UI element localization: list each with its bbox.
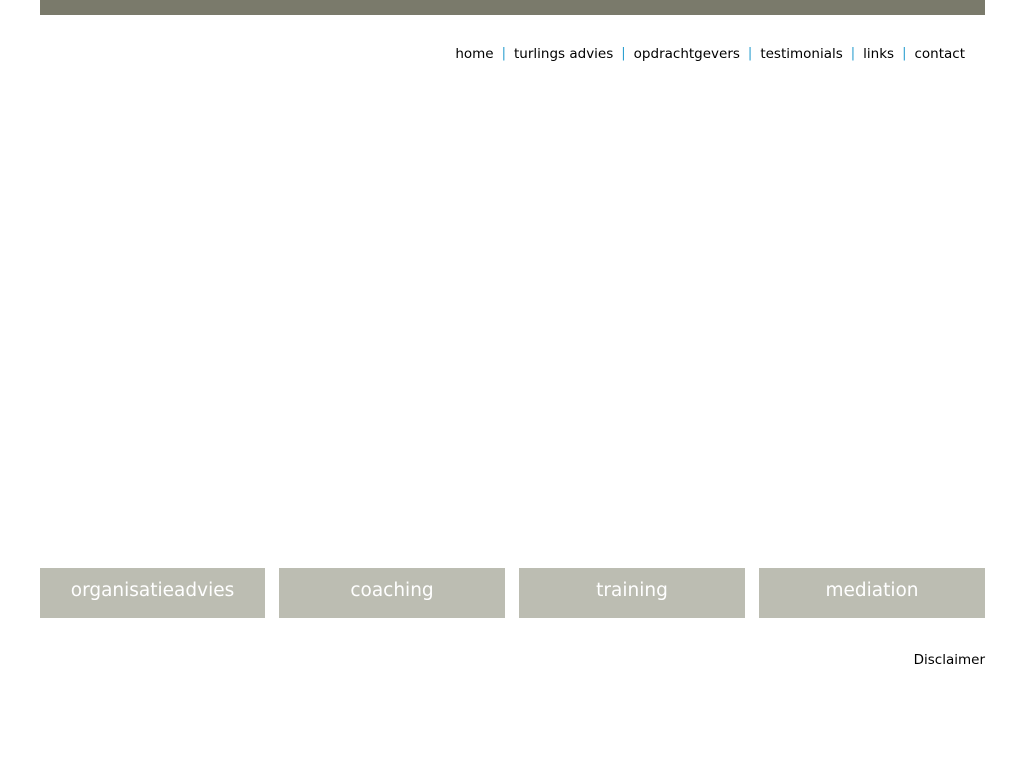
service-tile-training[interactable]: training: [519, 568, 745, 618]
page: home | turlings advies | opdrachtgevers …: [0, 0, 1024, 768]
nav-separator: |: [501, 45, 506, 61]
nav-link-links[interactable]: links: [863, 46, 894, 62]
nav-separator: |: [902, 45, 907, 61]
nav-separator: |: [850, 45, 856, 61]
nav-link-testimonials[interactable]: testimonials: [760, 46, 842, 62]
nav-link-opdrachtgevers[interactable]: opdrachtgevers: [634, 46, 740, 62]
nav-link-home[interactable]: home: [455, 46, 493, 62]
nav-link-turlings-advies[interactable]: turlings advies: [514, 46, 613, 62]
service-tile-organisatieadvies[interactable]: organisatieadvies: [40, 568, 265, 618]
service-tiles: organisatieadvies coaching training medi…: [40, 568, 985, 618]
service-tile-mediation[interactable]: mediation: [759, 568, 985, 618]
nav-link-contact[interactable]: contact: [914, 46, 965, 62]
service-tile-coaching[interactable]: coaching: [279, 568, 505, 618]
nav-separator: |: [747, 45, 753, 61]
main-navigation: home | turlings advies | opdrachtgevers …: [455, 45, 965, 63]
nav-separator: |: [621, 45, 626, 61]
main-content-area: [40, 90, 985, 550]
disclaimer-link[interactable]: Disclaimer: [914, 652, 985, 668]
top-banner-bar: [40, 0, 985, 15]
